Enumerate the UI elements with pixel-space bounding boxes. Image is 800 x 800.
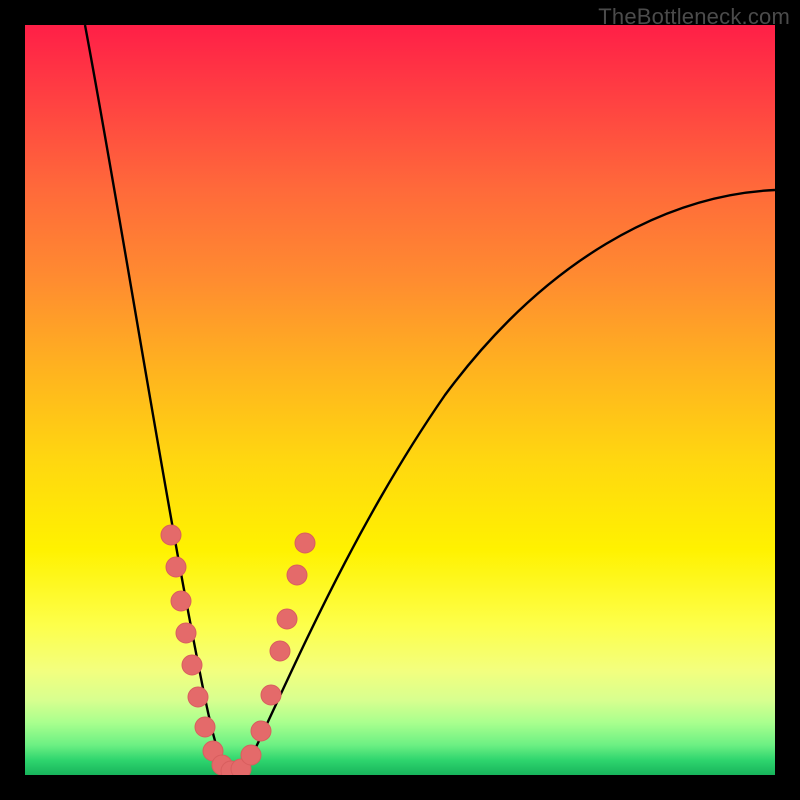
data-point xyxy=(171,591,191,611)
data-point xyxy=(295,533,315,553)
data-point xyxy=(188,687,208,707)
watermark-text: TheBottleneck.com xyxy=(598,4,790,30)
data-point xyxy=(176,623,196,643)
data-point xyxy=(161,525,181,545)
data-point xyxy=(195,717,215,737)
data-point xyxy=(182,655,202,675)
data-point xyxy=(270,641,290,661)
data-point xyxy=(166,557,186,577)
data-point xyxy=(251,721,271,741)
data-point xyxy=(261,685,281,705)
bottleneck-curve-svg xyxy=(25,25,775,775)
data-point xyxy=(277,609,297,629)
data-point xyxy=(287,565,307,585)
chart-frame: TheBottleneck.com xyxy=(0,0,800,800)
benchmark-points xyxy=(161,525,315,775)
data-point xyxy=(241,745,261,765)
plot-area xyxy=(25,25,775,775)
